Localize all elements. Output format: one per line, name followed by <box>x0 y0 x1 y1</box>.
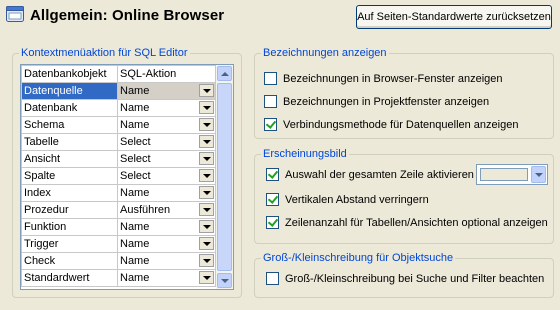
object-cell[interactable]: Standardwert <box>21 269 118 287</box>
checkbox-label: Groß-/Kleinschreibung bei Suche und Filt… <box>285 272 545 285</box>
table-row[interactable]: Spalte Select <box>21 167 216 185</box>
column-header-action: SQL-Aktion <box>117 65 216 83</box>
action-value: Name <box>120 255 150 267</box>
checkbox-box[interactable] <box>264 72 277 85</box>
browser-window-icon <box>6 6 24 22</box>
reduce-vertical-spacing-checkbox[interactable]: Vertikalen Abstand verringern <box>266 193 429 206</box>
action-select[interactable]: Ausführen <box>117 201 216 219</box>
show-labels-browser-checkbox[interactable]: Bezeichnungen in Browser-Fenster anzeige… <box>264 72 503 85</box>
object-cell[interactable]: Funktion <box>21 218 118 236</box>
reset-defaults-button[interactable]: Auf Seiten-Standardwerte zurücksetzen <box>356 5 552 29</box>
table-row[interactable]: Datenbank Name <box>21 99 216 117</box>
action-value: Name <box>120 272 150 284</box>
column-header-object: Datenbankobjekt <box>21 65 118 83</box>
action-value: Name <box>120 85 150 97</box>
action-select[interactable]: Name <box>117 82 216 100</box>
dropdown-arrow-icon[interactable] <box>199 169 214 182</box>
object-cell[interactable]: Prozedur <box>21 201 118 219</box>
checkbox-box[interactable] <box>264 95 277 108</box>
dropdown-arrow-icon[interactable] <box>199 271 214 284</box>
table-row[interactable]: Schema Name <box>21 116 216 134</box>
context-menu-table: Datenbankobjekt SQL-Aktion Datenquelle Na… <box>20 64 234 290</box>
show-connection-method-checkbox[interactable]: Verbindungsmethode für Datenquellen anze… <box>264 118 518 131</box>
action-value: Ausführen <box>120 204 171 216</box>
object-cell[interactable]: Trigger <box>21 235 118 253</box>
object-cell[interactable]: Datenquelle <box>21 82 118 100</box>
table-row[interactable]: Tabelle Select <box>21 133 216 151</box>
action-value: Name <box>120 119 150 131</box>
scroll-up-icon[interactable] <box>217 66 232 81</box>
color-swatch <box>480 168 528 181</box>
table-scrollbar[interactable] <box>216 65 233 289</box>
action-select[interactable]: Name <box>117 116 216 134</box>
case-sensitive-search-checkbox[interactable]: Groß-/Kleinschreibung bei Suche und Filt… <box>266 272 544 285</box>
action-select[interactable]: Select <box>117 150 216 168</box>
scroll-thumb[interactable] <box>217 83 232 271</box>
action-select[interactable]: Name <box>117 99 216 117</box>
checkbox-box[interactable] <box>264 118 277 131</box>
action-value: Select <box>120 170 151 182</box>
table-row[interactable]: Standardwert Name <box>21 269 216 287</box>
object-cell[interactable]: Spalte <box>21 167 118 185</box>
checkbox-box[interactable] <box>266 216 279 229</box>
object-cell[interactable]: Tabelle <box>21 133 118 151</box>
checkbox-label: Bezeichnungen in Projektfenster anzeigen <box>283 95 490 108</box>
selection-color-picker[interactable] <box>476 164 548 185</box>
dropdown-arrow-icon[interactable] <box>199 118 214 131</box>
checkbox-box[interactable] <box>266 193 279 206</box>
checkbox-label: Auswahl der gesamten Zeile aktivieren <box>285 168 474 181</box>
dropdown-arrow-icon[interactable] <box>199 203 214 216</box>
page-title: Allgemein: Online Browser <box>30 7 225 24</box>
case-sensitivity-legend: Groß-/Kleinschreibung für Objektsuche <box>261 252 456 264</box>
table-row[interactable]: Funktion Name <box>21 218 216 236</box>
action-value: Name <box>120 221 150 233</box>
action-select[interactable]: Select <box>117 167 216 185</box>
table-row[interactable]: Prozedur Ausführen <box>21 201 216 219</box>
show-row-count-checkbox[interactable]: Zeilenanzahl für Tabellen/Ansichten opti… <box>266 216 548 229</box>
show-labels-project-checkbox[interactable]: Bezeichnungen in Projektfenster anzeigen <box>264 95 489 108</box>
action-select[interactable]: Name <box>117 252 216 270</box>
action-select[interactable]: Name <box>117 218 216 236</box>
context-menu-legend: Kontextmenüaktion für SQL Editor <box>19 47 190 59</box>
action-select[interactable]: Name <box>117 235 216 253</box>
action-select[interactable]: Select <box>117 133 216 151</box>
action-value: Name <box>120 187 150 199</box>
dropdown-arrow-icon[interactable] <box>199 84 214 97</box>
object-cell[interactable]: Index <box>21 184 118 202</box>
table-row[interactable]: Ansicht Select <box>21 150 216 168</box>
action-value: Select <box>120 136 151 148</box>
labels-legend: Bezeichnungen anzeigen <box>261 47 389 59</box>
table-row[interactable]: Datenquelle Name <box>21 82 216 100</box>
checkbox-box[interactable] <box>266 168 279 181</box>
action-value: Name <box>120 102 150 114</box>
dropdown-arrow-icon[interactable] <box>199 254 214 267</box>
checkbox-label: Vertikalen Abstand verringern <box>285 193 429 206</box>
full-row-select-checkbox[interactable]: Auswahl der gesamten Zeile aktivieren <box>266 168 474 181</box>
action-select[interactable]: Name <box>117 184 216 202</box>
checkbox-label: Zeilenanzahl für Tabellen/Ansichten opti… <box>285 216 548 229</box>
dropdown-arrow-icon[interactable] <box>199 220 214 233</box>
checkbox-label: Verbindungsmethode für Datenquellen anze… <box>283 118 519 131</box>
action-select[interactable]: Name <box>117 269 216 287</box>
checkbox-label: Bezeichnungen in Browser-Fenster anzeige… <box>283 72 503 85</box>
object-cell[interactable]: Datenbank <box>21 99 118 117</box>
appearance-legend: Erscheinungsbild <box>261 148 349 160</box>
table-row[interactable]: Trigger Name <box>21 235 216 253</box>
action-value: Select <box>120 153 151 165</box>
object-cell[interactable]: Check <box>21 252 118 270</box>
dropdown-arrow-icon[interactable] <box>199 186 214 199</box>
dropdown-arrow-icon[interactable] <box>199 237 214 250</box>
object-cell[interactable]: Schema <box>21 116 118 134</box>
checkbox-box[interactable] <box>266 272 279 285</box>
dropdown-arrow-icon[interactable] <box>531 166 546 183</box>
scroll-down-icon[interactable] <box>217 273 232 288</box>
action-value: Name <box>120 238 150 250</box>
dropdown-arrow-icon[interactable] <box>199 101 214 114</box>
table-row[interactable]: Check Name <box>21 252 216 270</box>
dropdown-arrow-icon[interactable] <box>199 152 214 165</box>
dropdown-arrow-icon[interactable] <box>199 135 214 148</box>
table-row[interactable]: Index Name <box>21 184 216 202</box>
object-cell[interactable]: Ansicht <box>21 150 118 168</box>
